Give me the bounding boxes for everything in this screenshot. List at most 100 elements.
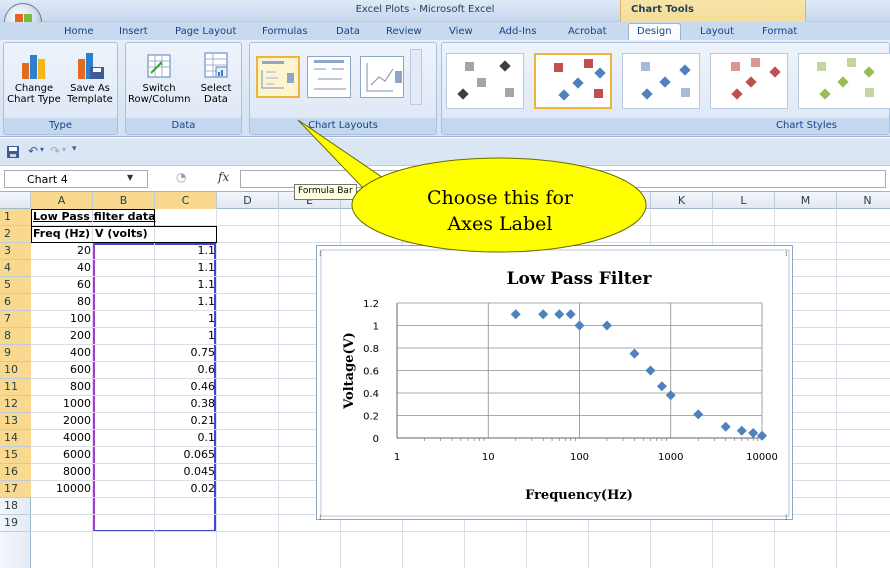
row-header-11[interactable]: 11 — [0, 379, 31, 396]
cell-freq[interactable]: 40 — [31, 260, 93, 277]
insert-function-icon[interactable]: fx — [218, 170, 229, 184]
column-header-c[interactable]: C — [155, 192, 217, 209]
save-icon[interactable] — [6, 145, 20, 159]
chart-layout-2[interactable] — [307, 56, 351, 98]
row-header-18[interactable]: 18 — [0, 498, 31, 515]
row-header-14[interactable]: 14 — [0, 430, 31, 447]
cell-freq[interactable]: 60 — [31, 277, 93, 294]
chart-layout-3[interactable] — [360, 56, 404, 98]
row-header-8[interactable]: 8 — [0, 328, 31, 345]
name-box-dropdown-icon[interactable]: ▼ — [127, 173, 133, 182]
cell-voltage[interactable]: 1.1 — [93, 243, 217, 260]
row-header-4[interactable]: 4 — [0, 260, 31, 277]
cell-voltage[interactable]: 0.46 — [93, 379, 217, 396]
save-as-template-button[interactable]: Save As Template — [62, 49, 118, 105]
cell-voltage[interactable]: 0.02 — [93, 481, 217, 498]
bar-chart-icon — [18, 49, 50, 81]
tab-add-ins[interactable]: Add-Ins — [499, 26, 536, 37]
cell-freq[interactable]: 6000 — [31, 447, 93, 464]
tab-design[interactable]: Design — [628, 23, 681, 41]
row-header-15[interactable]: 15 — [0, 447, 31, 464]
cell-freq[interactable]: 1000 — [31, 396, 93, 413]
column-header-b[interactable]: B — [93, 192, 155, 209]
row-header-17[interactable]: 17 — [0, 481, 31, 498]
cell-freq[interactable]: 200 — [31, 328, 93, 345]
cell-freq[interactable]: 10000 — [31, 481, 93, 498]
column-header-m[interactable]: M — [775, 192, 837, 209]
row-header-1[interactable]: 1 — [0, 209, 31, 226]
row-header-9[interactable]: 9 — [0, 345, 31, 362]
column-header-l[interactable]: L — [713, 192, 775, 209]
resize-handle: ⁞ — [319, 513, 322, 521]
select-all-corner[interactable] — [0, 192, 31, 209]
cell-voltage[interactable]: 0.21 — [93, 413, 217, 430]
cell-voltage[interactable]: 0.045 — [93, 464, 217, 481]
row-header-6[interactable]: 6 — [0, 294, 31, 311]
cell-freq[interactable]: 100 — [31, 311, 93, 328]
cell-freq[interactable]: 8000 — [31, 464, 93, 481]
name-box[interactable]: Chart 4 ▼ — [4, 170, 148, 188]
chart-style-3[interactable] — [622, 53, 700, 109]
tab-data[interactable]: Data — [336, 26, 360, 37]
row-header-10[interactable]: 10 — [0, 362, 31, 379]
cell-freq[interactable]: 4000 — [31, 430, 93, 447]
row-header-12[interactable]: 12 — [0, 396, 31, 413]
cell-voltage[interactable]: 0.6 — [93, 362, 217, 379]
tab-insert[interactable]: Insert — [119, 26, 148, 37]
column-header-d[interactable]: D — [217, 192, 279, 209]
undo-icon[interactable]: ↶ — [28, 144, 38, 158]
tab-page-layout[interactable]: Page Layout — [175, 26, 236, 37]
tab-home[interactable]: Home — [64, 26, 94, 37]
switch-row-column-button[interactable]: Switch Row/Column — [128, 49, 190, 105]
row-header-5[interactable]: 5 — [0, 277, 31, 294]
cell-freq[interactable]: 80 — [31, 294, 93, 311]
cell-freq[interactable]: 20 — [31, 243, 93, 260]
tab-acrobat[interactable]: Acrobat — [568, 26, 607, 37]
chart-style-1[interactable] — [446, 53, 524, 109]
cell-voltage[interactable]: 1.1 — [93, 260, 217, 277]
row-header-3[interactable]: 3 — [0, 243, 31, 260]
cell-voltage[interactable]: 1.1 — [93, 277, 217, 294]
change-chart-type-button[interactable]: Change Chart Type — [6, 49, 62, 105]
row-header-16[interactable]: 16 — [0, 464, 31, 481]
cell-voltage[interactable]: 0.065 — [93, 447, 217, 464]
cell-voltage[interactable]: 1.1 — [93, 294, 217, 311]
cell-voltage[interactable]: 1 — [93, 311, 217, 328]
chart-style-2[interactable] — [534, 53, 612, 109]
tab-layout[interactable]: Layout — [700, 26, 734, 37]
cell-freq[interactable]: 2000 — [31, 413, 93, 430]
expand-formula-icon[interactable]: ◔ — [176, 170, 186, 184]
cell-voltage[interactable]: 0.38 — [93, 396, 217, 413]
column-header-a[interactable]: A — [31, 192, 93, 209]
cell-b2[interactable]: V (volts) — [93, 226, 150, 243]
data-point — [693, 409, 704, 420]
cell-voltage[interactable]: 0.75 — [93, 345, 217, 362]
cell-a1[interactable]: Low Pass filter data — [31, 209, 158, 226]
chart-layouts-scroll[interactable] — [410, 49, 422, 105]
y-axis-title: Voltage(V) — [342, 332, 357, 410]
customize-qat-icon[interactable]: ▾ — [72, 144, 77, 154]
chart-layout-1[interactable] — [256, 56, 300, 98]
embedded-chart[interactable]: ⁞ ⁞ ⁞ ⁞ 0 0.2 0.4 0.6 0.8 1 1.2 1 10 100 1000 10000 Low … — [316, 245, 793, 521]
cell-a2[interactable]: Freq (Hz) — [31, 226, 92, 243]
chart-style-5[interactable] — [798, 53, 890, 109]
column-header-n[interactable]: N — [837, 192, 890, 209]
row-header-19[interactable]: 19 — [0, 515, 31, 532]
cell-voltage[interactable]: 1 — [93, 328, 217, 345]
column-header-k[interactable]: K — [651, 192, 713, 209]
cell-freq[interactable]: 800 — [31, 379, 93, 396]
cell-freq[interactable]: 400 — [31, 345, 93, 362]
cell-voltage[interactable]: 0.1 — [93, 430, 217, 447]
row-header-13[interactable]: 13 — [0, 413, 31, 430]
select-data-button[interactable]: Select Data — [192, 49, 240, 105]
cell-freq[interactable]: 600 — [31, 362, 93, 379]
tab-review[interactable]: Review — [386, 26, 422, 37]
tab-formulas[interactable]: Formulas — [262, 26, 308, 37]
tab-view[interactable]: View — [449, 26, 473, 37]
tab-format[interactable]: Format — [762, 26, 797, 37]
row-header-2[interactable]: 2 — [0, 226, 31, 243]
chart-style-4[interactable] — [710, 53, 788, 109]
x-axis-title: Frequency(Hz) — [525, 488, 633, 503]
undo-dropdown-icon[interactable]: ▾ — [40, 145, 44, 154]
row-header-7[interactable]: 7 — [0, 311, 31, 328]
